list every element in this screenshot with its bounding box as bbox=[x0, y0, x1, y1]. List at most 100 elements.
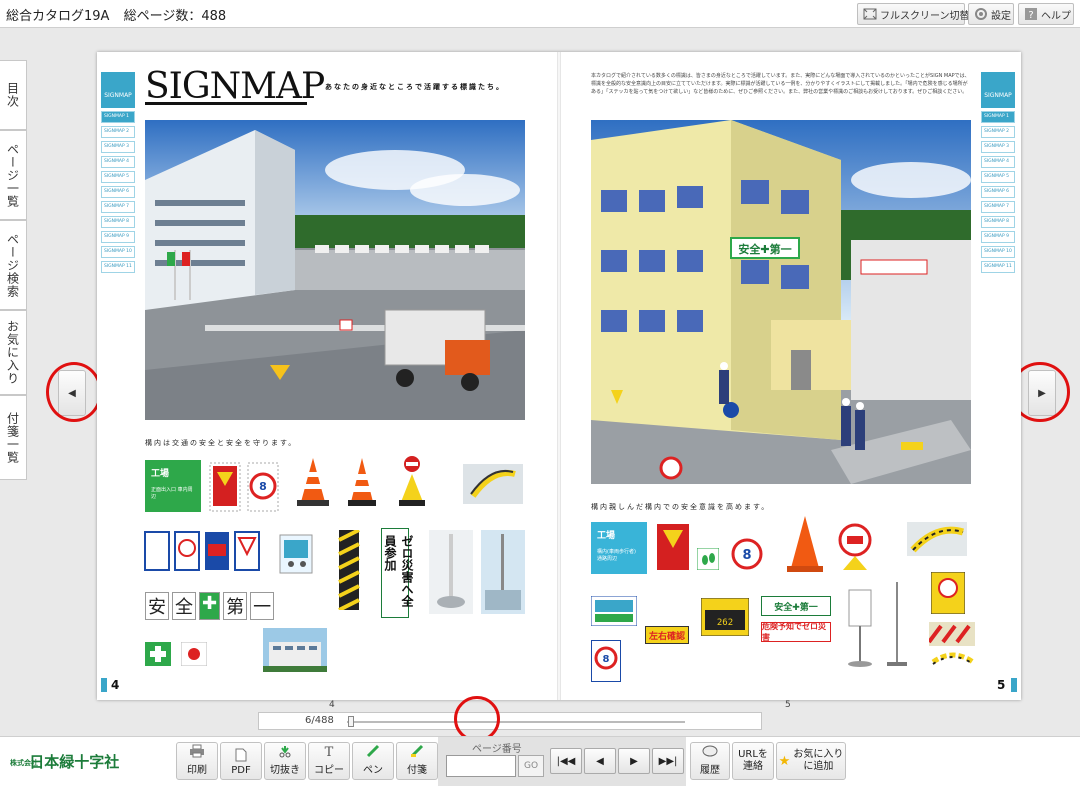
left-page[interactable]: SIGNMAP SIGNMAP 1 SIGNMAP 2 SIGNMAP 3 SI… bbox=[97, 52, 557, 700]
side-index-item[interactable]: SIGNMAP 8 bbox=[101, 216, 135, 228]
product-plastic-chain[interactable] bbox=[931, 650, 975, 674]
tab-favorites[interactable]: お気に入り bbox=[0, 310, 27, 395]
right-page[interactable]: 本カタログで紹介されている数多くの標識は、皆さまの身近なところで活躍しています。… bbox=[561, 52, 1021, 700]
product-sign-pole[interactable] bbox=[887, 582, 907, 670]
tab-sticky-notes[interactable]: 付箋一覧 bbox=[0, 395, 27, 480]
go-button[interactable]: GO bbox=[518, 755, 544, 777]
side-index-item[interactable]: SIGNMAP 1 bbox=[981, 111, 1015, 123]
side-index-item[interactable]: SIGNMAP 3 bbox=[101, 141, 135, 153]
product-building-photo[interactable] bbox=[263, 628, 327, 674]
settings-button[interactable]: 設定 bbox=[968, 3, 1014, 25]
product-stand-sign[interactable] bbox=[397, 454, 427, 510]
add-favorite-button[interactable]: ★ お気に入り に追加 bbox=[776, 742, 846, 780]
product-cone-bed-sign[interactable] bbox=[837, 522, 873, 574]
side-index-item[interactable]: SIGNMAP 6 bbox=[101, 186, 135, 198]
product-aluminum-pole[interactable] bbox=[481, 530, 525, 616]
pen-button[interactable]: ペン bbox=[352, 742, 394, 780]
page-number-input[interactable] bbox=[446, 755, 516, 777]
side-index-item[interactable]: SIGNMAP 1 bbox=[101, 111, 135, 123]
product-speed-sign-small[interactable]: 8 bbox=[590, 639, 622, 684]
sticky-note-button[interactable]: 付箋 bbox=[396, 742, 438, 780]
side-index-item[interactable]: SIGNMAP 9 bbox=[101, 231, 135, 243]
side-index-item[interactable]: SIGNMAP 7 bbox=[981, 201, 1015, 213]
settings-label: 設定 bbox=[991, 10, 1011, 22]
product-green-cross-flag[interactable] bbox=[145, 642, 171, 668]
product-message-stand[interactable] bbox=[845, 588, 875, 670]
side-index-item[interactable]: SIGNMAP 10 bbox=[981, 246, 1015, 258]
pdf-label: PDF bbox=[231, 765, 251, 776]
product-reflective-tape[interactable] bbox=[927, 622, 975, 648]
side-index-item[interactable]: SIGNMAP 3 bbox=[981, 141, 1015, 153]
side-index-item[interactable]: SIGNMAP 11 bbox=[981, 261, 1015, 273]
side-index-item[interactable]: SIGNMAP 4 bbox=[101, 156, 135, 168]
product-notice-sign[interactable]: 左右確認 bbox=[645, 626, 689, 644]
page-slider-track[interactable] bbox=[347, 721, 685, 723]
help-button[interactable]: ? ヘルプ bbox=[1018, 3, 1074, 25]
previous-page-button[interactable]: ◀ bbox=[584, 748, 616, 774]
copy-button[interactable]: T コピー bbox=[308, 742, 350, 780]
skip-back-icon: |◀◀ bbox=[556, 755, 576, 767]
print-button[interactable]: 印刷 bbox=[176, 742, 218, 780]
safety-letter: 第 bbox=[223, 592, 248, 620]
side-index-item[interactable]: SIGNMAP 2 bbox=[101, 126, 135, 138]
left-category-card: 工場 正面出入口 車内周辺 bbox=[145, 460, 201, 512]
product-safety-banner[interactable]: ゼロ災害へ全員参加 bbox=[381, 528, 414, 618]
category-subtitle: 構内(車両歩行者) 通路周辺 bbox=[597, 549, 636, 562]
side-index-item[interactable]: SIGNMAP 4 bbox=[981, 156, 1015, 168]
next-page-button[interactable]: ▶ bbox=[618, 748, 650, 774]
send-url-button[interactable]: URLを 連絡 bbox=[732, 742, 774, 780]
fullscreen-toggle-button[interactable]: フルスクリーン切替 bbox=[857, 3, 970, 25]
product-idling-stop-sign[interactable] bbox=[279, 534, 313, 576]
side-index-item[interactable]: SIGNMAP 8 bbox=[981, 216, 1015, 228]
factory-entrance-illustration bbox=[145, 120, 525, 420]
page-slider-handle[interactable] bbox=[348, 716, 355, 727]
side-index-item[interactable]: SIGNMAP 5 bbox=[101, 171, 135, 183]
product-road-cone[interactable] bbox=[345, 456, 379, 510]
tab-table-of-contents[interactable]: 目次 bbox=[0, 60, 27, 130]
right-side-index: SIGNMAP SIGNMAP 1 SIGNMAP 2 SIGNMAP 3 SI… bbox=[981, 72, 1015, 273]
product-speed-limit-sign[interactable]: 8 bbox=[731, 538, 763, 572]
book-spread: SIGNMAP SIGNMAP 1 SIGNMAP 2 SIGNMAP 3 SI… bbox=[97, 52, 1021, 700]
history-button[interactable]: 履歴 bbox=[690, 742, 730, 780]
product-color-cone-stand[interactable] bbox=[783, 514, 827, 576]
product-idling-stop-sign[interactable] bbox=[590, 595, 638, 628]
product-japan-flag[interactable] bbox=[180, 641, 208, 668]
product-display-board[interactable]: 262 bbox=[700, 597, 750, 638]
first-page-button[interactable]: |◀◀ bbox=[550, 748, 582, 774]
product-flag-pole[interactable] bbox=[429, 530, 473, 616]
product-yield-sign[interactable] bbox=[655, 522, 691, 574]
side-index-item[interactable]: SIGNMAP 11 bbox=[101, 261, 135, 273]
product-line-tape[interactable] bbox=[463, 464, 523, 506]
last-page-button[interactable]: ▶▶| bbox=[652, 748, 684, 774]
url-label-line1: URLを bbox=[738, 749, 768, 760]
favorite-label-line2: に追加 bbox=[803, 761, 834, 772]
clip-button[interactable]: 切抜き bbox=[264, 742, 306, 780]
right-page-number: 5 bbox=[997, 678, 1006, 692]
page-count: 総ページ数：488 bbox=[123, 9, 227, 24]
side-index-item[interactable]: SIGNMAP 6 bbox=[981, 186, 1015, 198]
side-index-item[interactable]: SIGNMAP 5 bbox=[981, 171, 1015, 183]
current-page-indicator: 6/488 bbox=[305, 715, 334, 726]
product-speed-limit-sign[interactable]: 8 bbox=[247, 462, 279, 514]
product-line-tape-right[interactable] bbox=[907, 522, 967, 558]
pdf-button[interactable]: PDF bbox=[220, 742, 262, 780]
side-index-item[interactable]: SIGNMAP 2 bbox=[981, 126, 1015, 138]
product-safety-first-panel[interactable]: 安全✚第一 bbox=[761, 596, 831, 616]
side-index-item[interactable]: SIGNMAP 10 bbox=[101, 246, 135, 258]
right-page-marker bbox=[1011, 678, 1017, 692]
tab-page-list[interactable]: ページ一覧 bbox=[0, 130, 27, 220]
top-bar: 総合カタログ19A 総ページ数：488 フルスクリーン切替 設定 ? ヘルプ bbox=[0, 0, 1080, 28]
side-index-item[interactable]: SIGNMAP 9 bbox=[981, 231, 1015, 243]
product-danger-prediction-panel[interactable]: 危険予知でゼロ災害 bbox=[761, 622, 831, 642]
product-yield-sign[interactable] bbox=[209, 462, 241, 514]
product-parking-signs[interactable] bbox=[143, 530, 263, 574]
tab-page-search[interactable]: ページ検索 bbox=[0, 220, 27, 310]
product-road-cone-stand[interactable] bbox=[293, 456, 333, 510]
side-index-item[interactable]: SIGNMAP 7 bbox=[101, 201, 135, 213]
product-footprint-sign[interactable] bbox=[696, 547, 720, 572]
product-safety-first-letters[interactable]: 安 全 ✚ 第 一 bbox=[145, 592, 275, 620]
product-warning-stand[interactable] bbox=[930, 571, 966, 616]
company-logo: 株式会社 日本緑十字社 bbox=[10, 751, 119, 772]
category-title: 工場 bbox=[151, 469, 170, 479]
product-corner-guard[interactable] bbox=[337, 528, 361, 612]
